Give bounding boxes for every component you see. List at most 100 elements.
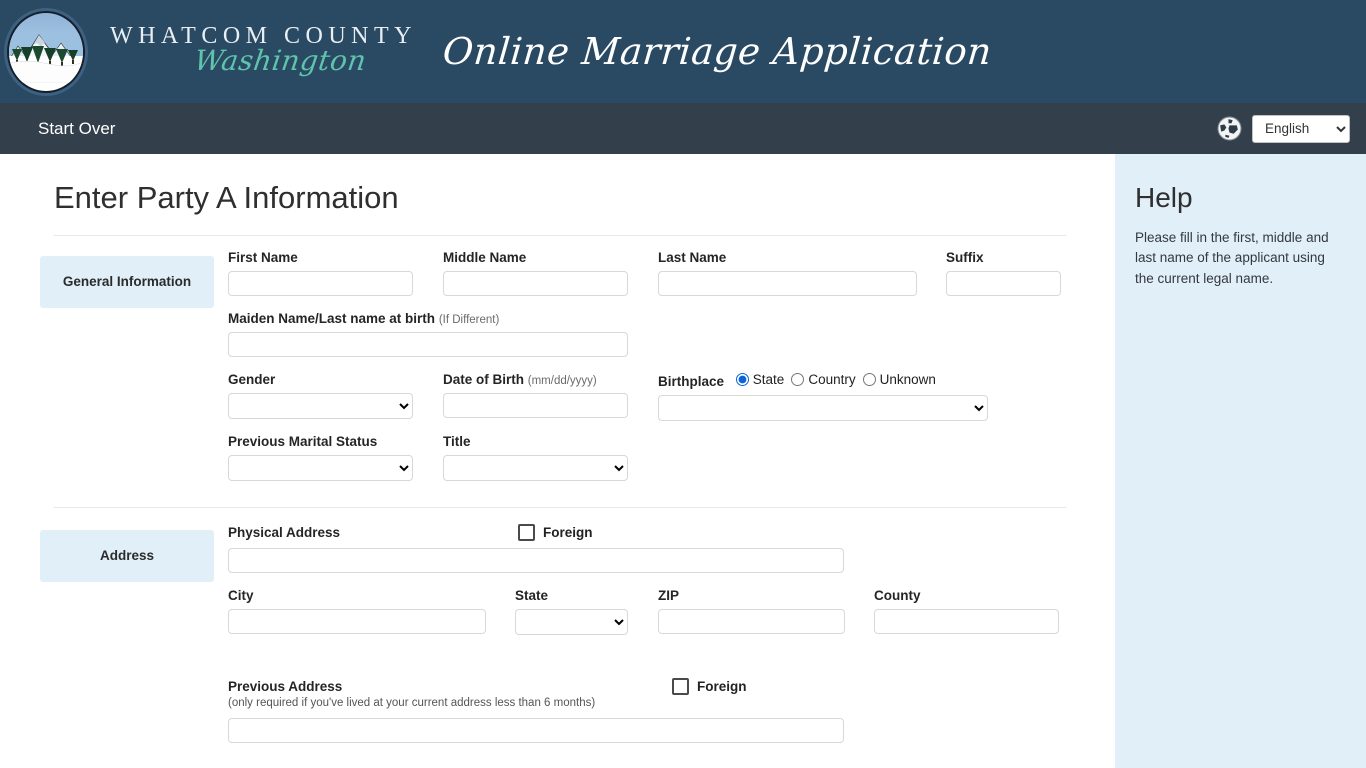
zip-field: ZIP bbox=[658, 588, 874, 635]
suffix-input[interactable] bbox=[946, 271, 1061, 296]
date-of-birth-hint: (mm/dd/yyyy) bbox=[527, 375, 597, 387]
start-over-link[interactable]: Start Over bbox=[38, 119, 115, 139]
birthplace-radio-country[interactable]: Country bbox=[791, 372, 856, 387]
physical-address-label: Physical Address bbox=[228, 525, 341, 540]
header-title-block: WHATCOM COUNTY Washington Online Marriag… bbox=[110, 23, 994, 81]
county-state: Washington bbox=[192, 43, 369, 77]
marital-title-row: Previous Marital Status Title bbox=[228, 434, 1115, 481]
physical-address-input-row bbox=[228, 548, 1115, 573]
page-body: Enter Party A Information General Inform… bbox=[0, 154, 1366, 768]
first-name-label: First Name bbox=[228, 250, 298, 265]
birthplace-radio-country-input[interactable] bbox=[791, 373, 805, 386]
previous-address-note: (only required if you've lived at your c… bbox=[228, 697, 596, 709]
title-field: Title bbox=[443, 434, 658, 481]
previous-foreign-checkbox-box[interactable] bbox=[672, 678, 689, 695]
previous-address-label-row: Previous Address Foreign bbox=[228, 678, 1115, 695]
maiden-name-label: Maiden Name/Last name at birth (If Diffe… bbox=[228, 311, 628, 326]
birthplace-radio-state-input[interactable] bbox=[735, 373, 749, 386]
previous-address-foreign-checkbox[interactable]: Foreign bbox=[672, 678, 747, 695]
birthplace-select[interactable] bbox=[658, 395, 988, 421]
maiden-name-label-text: Maiden Name/Last name at birth bbox=[228, 311, 436, 326]
section-general-information: General Information First Name Middle Na… bbox=[0, 236, 1115, 481]
city-input[interactable] bbox=[228, 609, 486, 634]
globe-icon[interactable] bbox=[1217, 116, 1242, 141]
maiden-name-row: Maiden Name/Last name at birth (If Diffe… bbox=[228, 311, 1115, 357]
physical-address-foreign-checkbox[interactable]: Foreign bbox=[518, 524, 593, 541]
physical-address-input[interactable] bbox=[228, 548, 844, 573]
section-address: Address Physical Address Foreign City St… bbox=[0, 508, 1115, 743]
mountain-icon bbox=[9, 33, 83, 84]
title-select[interactable] bbox=[443, 455, 628, 481]
birthplace-field: Birthplace State Country Unknown bbox=[658, 372, 998, 421]
middle-name-label: Middle Name bbox=[443, 250, 527, 265]
language-select[interactable]: English bbox=[1252, 114, 1350, 143]
state-select[interactable] bbox=[515, 609, 628, 635]
county-label: County bbox=[874, 588, 921, 603]
previous-marital-status-field: Previous Marital Status bbox=[228, 434, 443, 481]
birthplace-radio-country-label: Country bbox=[808, 372, 856, 387]
physical-address-foreign-label: Foreign bbox=[543, 525, 593, 540]
city-state-zip-county-row: City State ZIP County bbox=[228, 588, 1115, 635]
gender-label: Gender bbox=[228, 372, 276, 387]
page-title: Enter Party A Information bbox=[54, 180, 399, 215]
last-name-field: Last Name bbox=[658, 250, 946, 296]
previous-address-input[interactable] bbox=[228, 718, 844, 743]
birthplace-label: Birthplace State Country Unknown bbox=[658, 372, 998, 389]
previous-marital-status-label: Previous Marital Status bbox=[228, 434, 378, 449]
navbar-right-group: English bbox=[1217, 114, 1350, 143]
top-navbar: Start Over English bbox=[0, 103, 1366, 154]
county-branding: WHATCOM COUNTY Washington bbox=[110, 23, 417, 81]
state-field: State bbox=[515, 588, 658, 635]
suffix-field: Suffix bbox=[946, 250, 1066, 296]
address-fields: Physical Address Foreign City State ZIP … bbox=[214, 524, 1115, 743]
previous-address-foreign-label: Foreign bbox=[697, 679, 747, 694]
help-sidebar: Help Please fill in the first, middle an… bbox=[1115, 154, 1366, 768]
zip-input[interactable] bbox=[658, 609, 845, 634]
gender-dob-birthplace-row: Gender Date of Birth (mm/dd/yyyy) Birthp… bbox=[228, 372, 1115, 421]
birthplace-label-text: Birthplace bbox=[658, 374, 725, 389]
help-title: Help bbox=[1135, 182, 1193, 213]
last-name-label: Last Name bbox=[658, 250, 727, 265]
gender-field: Gender bbox=[228, 372, 443, 421]
birthplace-radio-unknown-input[interactable] bbox=[862, 373, 876, 386]
date-of-birth-field: Date of Birth (mm/dd/yyyy) bbox=[443, 372, 658, 421]
birthplace-radio-state-label: State bbox=[752, 372, 785, 387]
help-text: Please fill in the first, middle and las… bbox=[1135, 230, 1329, 286]
middle-name-input[interactable] bbox=[443, 271, 628, 296]
state-label: State bbox=[515, 588, 549, 603]
maiden-name-hint: (If Different) bbox=[438, 314, 500, 326]
birthplace-radio-state[interactable]: State bbox=[735, 372, 785, 387]
first-name-field: First Name bbox=[228, 250, 443, 296]
date-of-birth-input[interactable] bbox=[443, 393, 628, 418]
birthplace-radio-group: State Country Unknown bbox=[735, 372, 936, 387]
main-content: Enter Party A Information General Inform… bbox=[0, 154, 1115, 768]
previous-marital-status-select[interactable] bbox=[228, 455, 413, 481]
date-of-birth-label: Date of Birth (mm/dd/yyyy) bbox=[443, 372, 658, 387]
county-input[interactable] bbox=[874, 609, 1059, 634]
section-tag-general-information: General Information bbox=[40, 256, 214, 308]
date-of-birth-label-text: Date of Birth bbox=[443, 372, 524, 387]
maiden-name-field: Maiden Name/Last name at birth (If Diffe… bbox=[228, 311, 628, 357]
suffix-label: Suffix bbox=[946, 250, 984, 265]
app-title: Online Marriage Application bbox=[441, 30, 994, 73]
zip-label: ZIP bbox=[658, 588, 680, 603]
first-name-input[interactable] bbox=[228, 271, 413, 296]
section-tag-address: Address bbox=[40, 530, 214, 582]
physical-address-label-row: Physical Address Foreign bbox=[228, 524, 1115, 541]
general-information-fields: First Name Middle Name Last Name Suffix bbox=[214, 250, 1115, 481]
maiden-name-input[interactable] bbox=[228, 332, 628, 357]
site-header: WHATCOM COUNTY Washington Online Marriag… bbox=[0, 0, 1366, 103]
city-label: City bbox=[228, 588, 254, 603]
foreign-checkbox-box[interactable] bbox=[518, 524, 535, 541]
mountain-seal-logo bbox=[7, 11, 85, 93]
gender-select[interactable] bbox=[228, 393, 413, 419]
last-name-input[interactable] bbox=[658, 271, 917, 296]
previous-address-label: Previous Address bbox=[228, 679, 343, 694]
birthplace-radio-unknown-label: Unknown bbox=[879, 372, 936, 387]
logo-container bbox=[4, 8, 88, 96]
birthplace-radio-unknown[interactable]: Unknown bbox=[862, 372, 936, 387]
name-row: First Name Middle Name Last Name Suffix bbox=[228, 250, 1115, 296]
city-field: City bbox=[228, 588, 515, 635]
previous-address-input-row bbox=[228, 718, 1115, 743]
middle-name-field: Middle Name bbox=[443, 250, 658, 296]
